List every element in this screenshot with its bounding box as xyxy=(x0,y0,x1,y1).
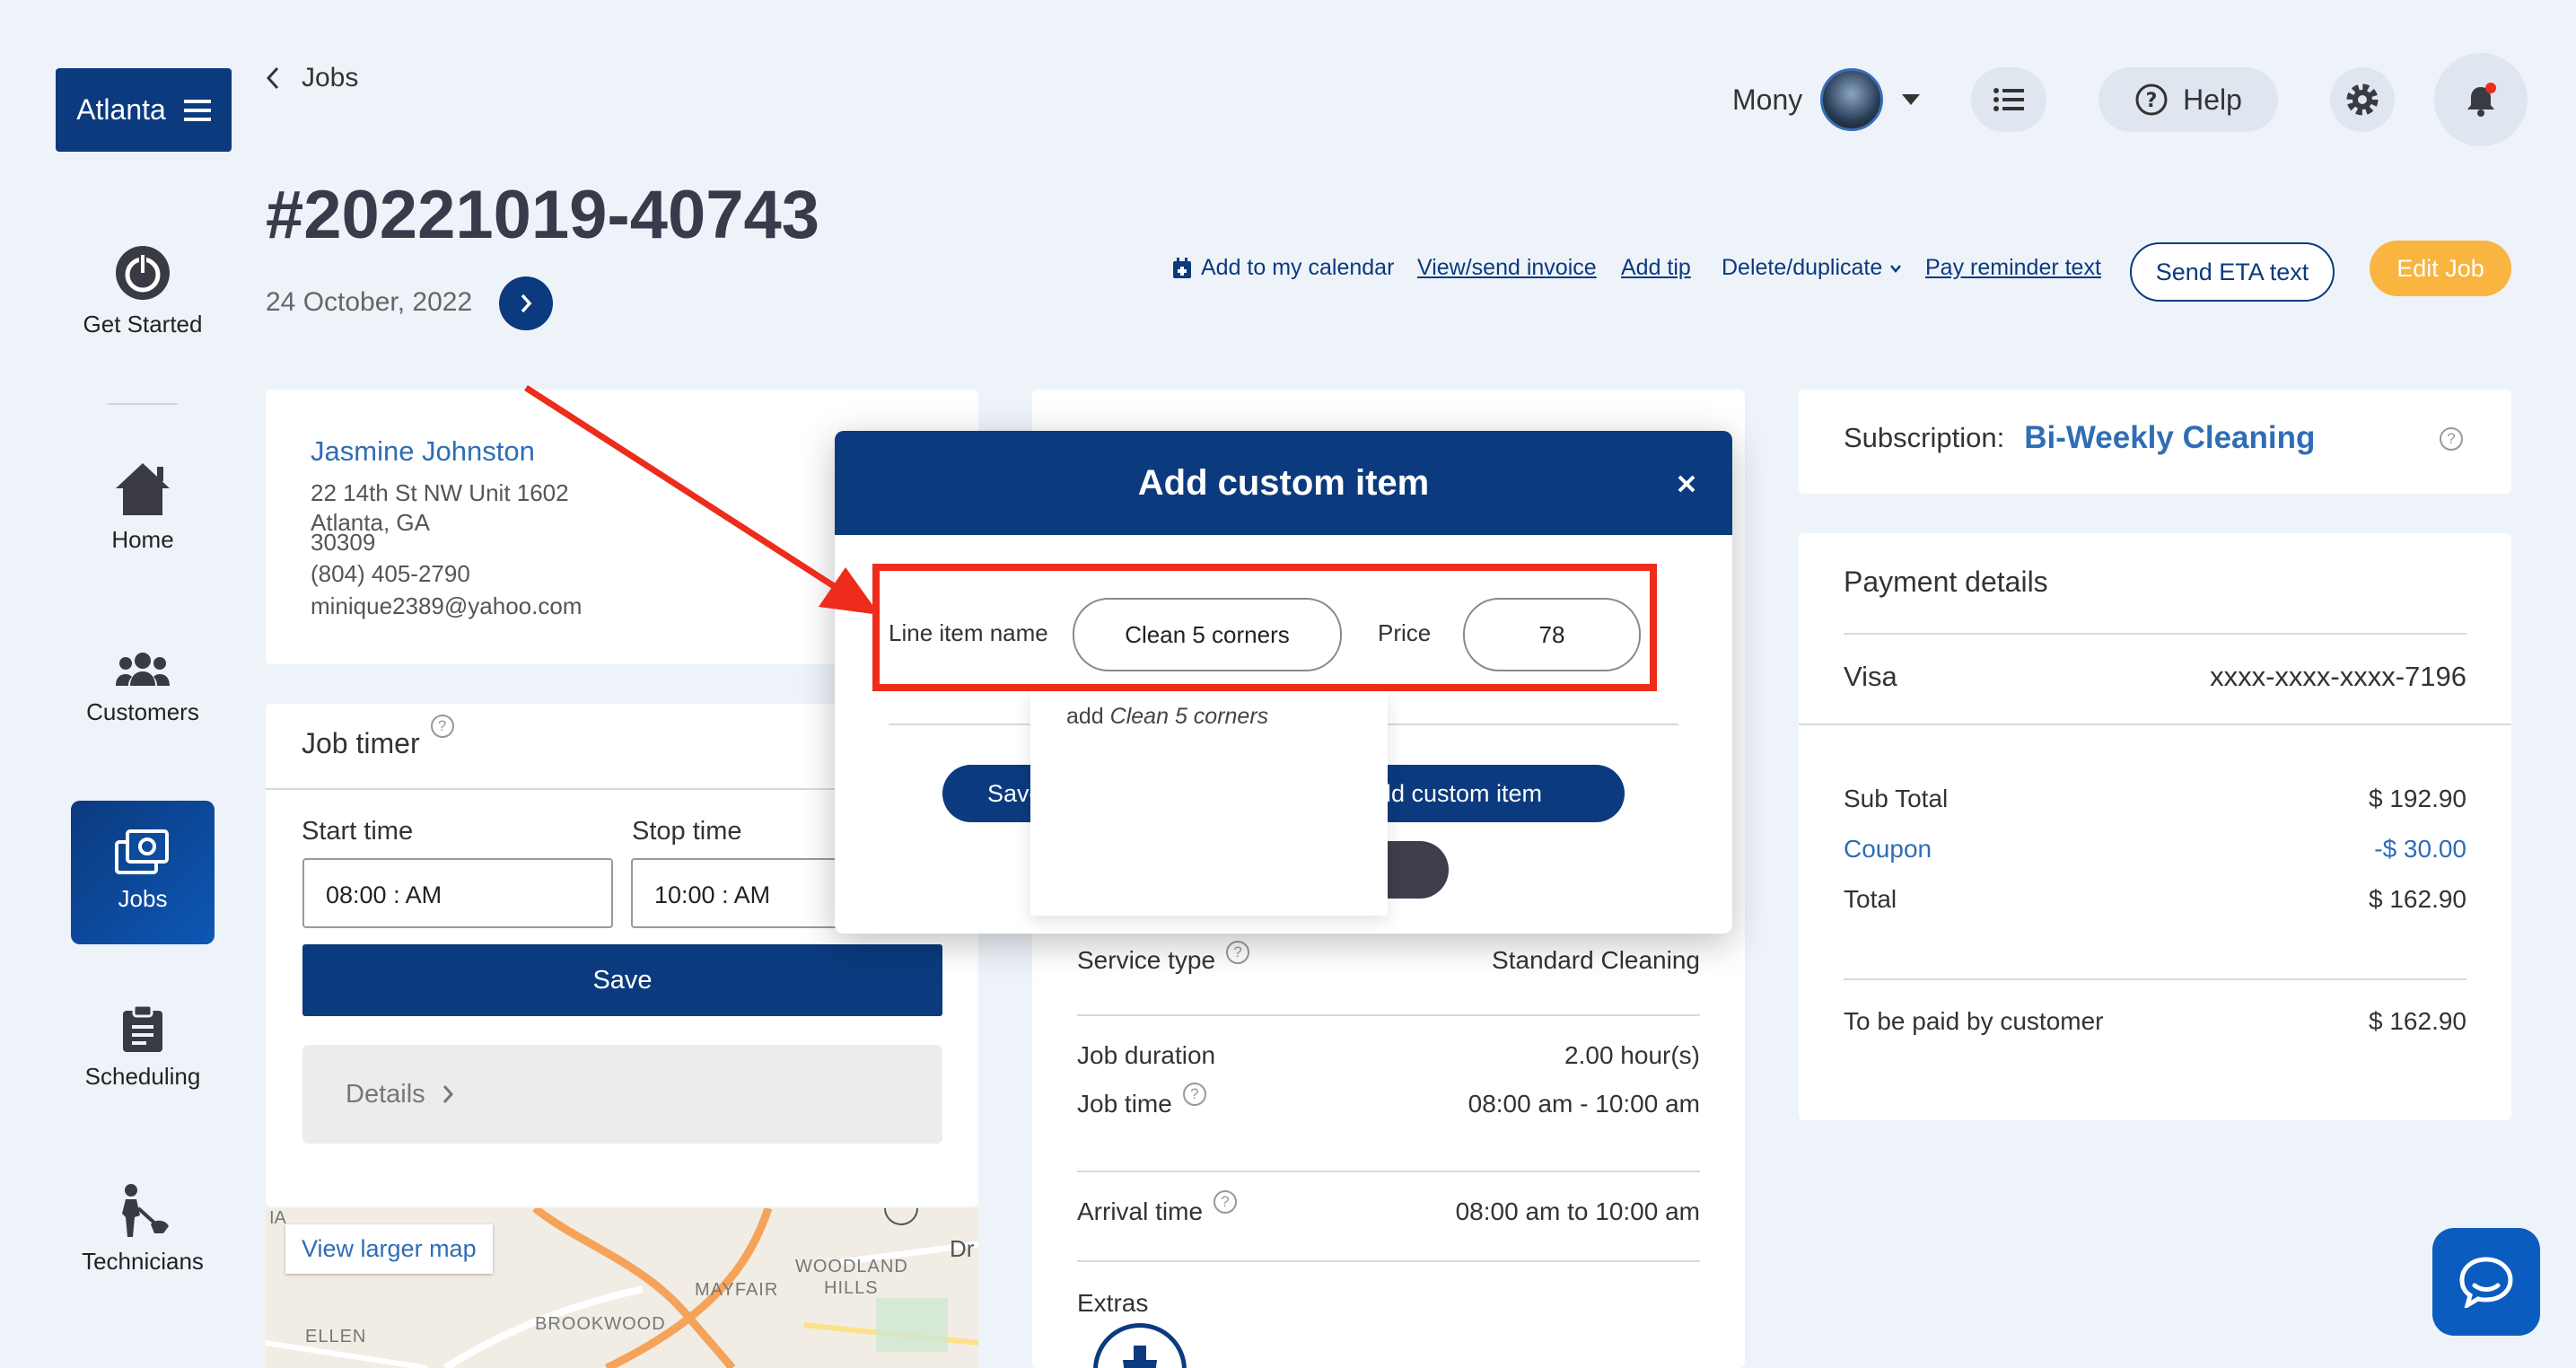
question-circle-icon: ? xyxy=(2135,83,2168,116)
map-label: HILLS xyxy=(824,1278,879,1298)
map-label: BROOKWOOD xyxy=(535,1314,666,1334)
stop-time-input[interactable]: 10:00 : AM xyxy=(631,858,846,928)
svg-text:?: ? xyxy=(2146,90,2158,112)
list-icon xyxy=(1993,88,2024,111)
subtotal-row: Sub Total $ 192.90 xyxy=(1844,785,2466,812)
service-type-row: Service type? Standard Cleaning xyxy=(1077,941,1700,975)
service-divider xyxy=(1077,1260,1700,1262)
back-link[interactable]: Jobs xyxy=(266,63,358,93)
next-date-button[interactable] xyxy=(499,276,553,330)
chevron-left-icon xyxy=(266,66,279,90)
help-tooltip-icon[interactable]: ? xyxy=(1214,1190,1238,1214)
avatar xyxy=(1820,68,1884,131)
card-number: xxxx-xxxx-xxxx-7196 xyxy=(2210,661,2466,692)
job-time-row: Job time? 08:00 am - 10:00 am xyxy=(1077,1083,1700,1118)
map-label: ELLEN xyxy=(305,1327,367,1346)
help-tooltip-icon[interactable]: ? xyxy=(430,715,454,738)
location-name: Atlanta xyxy=(76,93,166,126)
user-name: Mony xyxy=(1732,83,1803,116)
nav-get-started[interactable]: Get Started xyxy=(54,244,232,338)
delete-duplicate-dropdown[interactable]: Delete/duplicate xyxy=(1722,255,1902,281)
home-icon xyxy=(116,463,170,515)
service-divider xyxy=(1077,1014,1700,1016)
extras-label: Extras xyxy=(1077,1289,1149,1317)
nav-customers[interactable]: Customers xyxy=(54,650,232,726)
chevron-right-icon xyxy=(442,1085,453,1103)
details-toggle[interactable]: Details xyxy=(302,1045,942,1144)
jobs-icon xyxy=(115,829,169,874)
map-label: IA xyxy=(269,1208,286,1228)
payment-title: Payment details xyxy=(1844,566,2048,598)
job-timer-title: Job timer? xyxy=(302,715,454,760)
help-button[interactable]: ? Help xyxy=(2098,67,2278,132)
power-icon xyxy=(116,246,170,300)
timer-save-button[interactable]: Save xyxy=(302,944,942,1016)
clipboard-icon xyxy=(123,1004,162,1052)
calendar-icon xyxy=(1173,257,1191,278)
total-row: Total $ 162.90 xyxy=(1844,885,2466,913)
annotation-highlight-box xyxy=(872,564,1657,691)
job-duration-row: Job duration 2.00 hour(s) xyxy=(1077,1041,1700,1069)
autocomplete-option[interactable]: add Clean 5 corners xyxy=(1030,691,1388,742)
payment-divider xyxy=(1799,723,2511,725)
chat-button[interactable] xyxy=(2432,1228,2540,1336)
view-invoice-link[interactable]: View/send invoice xyxy=(1417,255,1597,281)
notifications-button[interactable] xyxy=(2434,53,2528,146)
help-tooltip-icon[interactable]: ? xyxy=(2440,427,2463,451)
map-label: WOODLAND xyxy=(795,1257,908,1276)
pay-reminder-link[interactable]: Pay reminder text xyxy=(1925,255,2101,281)
coupon-row: Coupon -$ 30.00 xyxy=(1844,835,2466,863)
modal-title: Add custom item xyxy=(1137,462,1430,503)
user-menu[interactable]: Mony xyxy=(1732,68,1921,131)
hamburger-icon xyxy=(183,99,211,121)
subscription-row: Subscription: Bi-Weekly Cleaning xyxy=(1844,420,2316,456)
nav-divider xyxy=(108,403,178,405)
technician-icon xyxy=(122,1184,169,1237)
add-tip-link[interactable]: Add tip xyxy=(1621,255,1691,281)
nav-jobs[interactable]: Jobs xyxy=(71,801,215,944)
subscription-link[interactable]: Bi-Weekly Cleaning xyxy=(2024,420,2315,456)
annotation-arrow xyxy=(524,385,880,615)
card-type: Visa xyxy=(1844,661,1897,692)
help-tooltip-icon[interactable]: ? xyxy=(1226,941,1250,964)
to-be-paid-row: To be paid by customer $ 162.90 xyxy=(1844,1007,2466,1035)
list-view-button[interactable] xyxy=(1971,67,2046,132)
view-larger-map-link[interactable]: View larger map xyxy=(285,1224,493,1274)
nav-home[interactable]: Home xyxy=(54,461,232,554)
service-divider xyxy=(1077,1171,1700,1172)
map-label: MAYFAIR xyxy=(695,1280,779,1300)
help-tooltip-icon[interactable]: ? xyxy=(1182,1083,1206,1106)
payment-divider xyxy=(1844,978,2466,980)
caret-down-icon xyxy=(1902,94,1921,105)
customer-name[interactable]: Jasmine Johnston xyxy=(311,435,535,468)
send-eta-button[interactable]: Send ETA text xyxy=(2130,242,2335,302)
job-date: 24 October, 2022 xyxy=(266,287,473,317)
close-icon[interactable] xyxy=(1677,474,1696,494)
chat-bubble-icon xyxy=(2459,1257,2513,1308)
chevron-down-icon xyxy=(1890,264,1902,273)
card-row: Visa xxxx-xxxx-xxxx-7196 xyxy=(1844,661,2466,693)
location-switcher[interactable]: Atlanta xyxy=(56,68,232,152)
modal-header: Add custom item xyxy=(835,431,1732,535)
nav-technicians[interactable]: Technicians xyxy=(54,1183,232,1276)
users-icon xyxy=(116,653,170,686)
bell-icon xyxy=(2467,83,2496,117)
start-time-label: Start time xyxy=(302,817,414,846)
map[interactable]: WOODLAND HILLS MAYFAIR BROOKWOOD ELLEN I… xyxy=(266,1208,978,1368)
page-title: #20221019-40743 xyxy=(266,177,820,253)
settings-button[interactable] xyxy=(2330,67,2395,132)
chevron-right-icon xyxy=(521,294,532,313)
arrival-time-row: Arrival time? 08:00 am to 10:00 am xyxy=(1077,1190,1700,1226)
payment-divider xyxy=(1844,633,2466,635)
cleaning-bucket-icon xyxy=(1123,1346,1157,1368)
edit-job-button[interactable]: Edit Job xyxy=(2370,241,2511,296)
autocomplete-dropdown: add Clean 5 corners xyxy=(1030,691,1388,916)
add-to-calendar-link[interactable]: Add to my calendar xyxy=(1172,255,1394,281)
gear-icon xyxy=(2346,83,2379,116)
stop-time-label: Stop time xyxy=(632,817,742,846)
nav-scheduling[interactable]: Scheduling xyxy=(54,1004,232,1091)
map-label: Dr xyxy=(950,1235,975,1262)
start-time-input[interactable]: 08:00 : AM xyxy=(302,858,613,928)
